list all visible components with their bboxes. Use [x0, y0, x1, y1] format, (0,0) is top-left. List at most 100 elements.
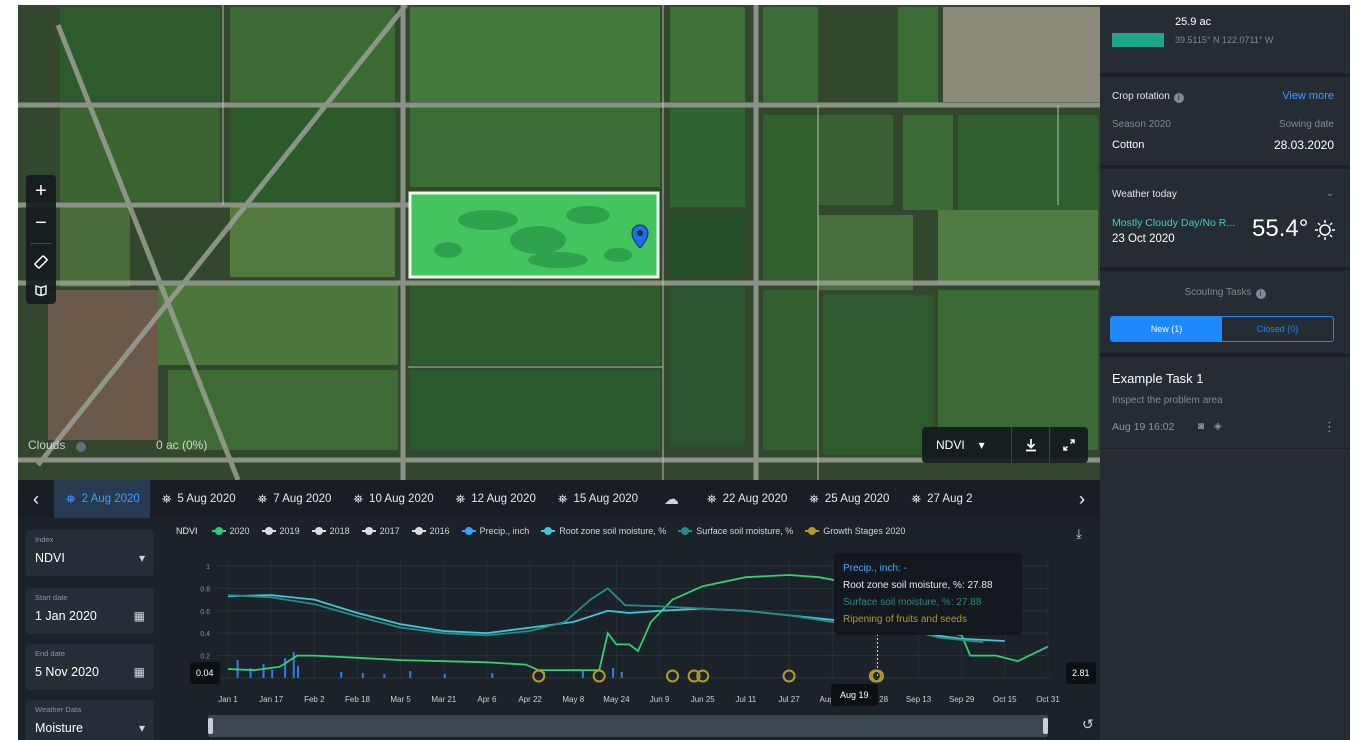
date-item[interactable]: ⛯ 7 Aug 2020 — [246, 480, 342, 518]
legend-item[interactable]: 2020 — [211, 526, 250, 536]
legend-swatch — [541, 527, 556, 535]
date-label: 12 Aug 2020 — [471, 493, 536, 505]
growth-stage-marker — [532, 669, 546, 683]
legend-swatch — [261, 527, 276, 535]
chart-download-icon[interactable]: ⤓ — [1076, 526, 1082, 542]
view-more-link[interactable]: View more — [1282, 90, 1334, 102]
satellite-icon: ⛯ — [161, 491, 172, 506]
tab-new-tasks[interactable]: New (1) — [1111, 317, 1222, 341]
layers-icon: ◈ — [1214, 421, 1222, 432]
task-item[interactable]: Example Task 1 Inspect the problem area … — [1100, 357, 1350, 449]
date-item[interactable]: ⛯ 27 Aug 2 — [899, 480, 982, 518]
ndvi-chart[interactable]: 10.80.60.40.20Jan 1Jan 17Feb 2Feb 18Mar … — [168, 518, 1098, 740]
date-label: 7 Aug 2020 — [273, 493, 332, 505]
calendar-icon: ▦ — [133, 609, 145, 623]
legend-item[interactable]: 2016 — [411, 526, 450, 536]
legend-item[interactable]: 2018 — [311, 526, 350, 536]
date-label: 2 Aug 2020 — [81, 493, 140, 505]
end-date-label: End date — [35, 649, 66, 658]
weather-date: 23 Oct 2020 — [1112, 233, 1175, 245]
sowing-date: 28.03.2020 — [1273, 138, 1334, 152]
legend-swatch — [805, 527, 820, 535]
end-date-picker[interactable]: End date 5 Nov 2020 ▦ — [26, 644, 154, 690]
fullscreen-icon[interactable] — [1050, 427, 1088, 463]
crop-rotation-card: Crop rotation i View more Season 2020 Sow… — [1100, 77, 1350, 169]
precip-bar — [612, 668, 615, 678]
date-item[interactable]: ⛯ 15 Aug 2020 — [546, 480, 648, 518]
crop-name: Cotton — [1112, 139, 1145, 151]
legend-label: 2018 — [329, 526, 350, 536]
date-label: 22 Aug 2020 — [722, 493, 788, 505]
end-date-value: 5 Nov 2020 — [35, 665, 99, 679]
satellite-icon: ⛯ — [353, 491, 364, 506]
slider-handle-left[interactable] — [208, 718, 213, 734]
scouting-tabs: New (1) Closed (0) — [1110, 316, 1334, 342]
tooltip-surface-moisture: Surface soil moisture, %: 27.88 — [843, 597, 982, 608]
weather-card: Weather today ⌄ Mostly Cloudy Day/No R..… — [1100, 169, 1350, 271]
clouds-caption: Clouds — [28, 438, 66, 452]
legend-item[interactable]: Root zone soil moisture, % — [541, 526, 666, 536]
field-color-swatch — [1112, 33, 1164, 47]
slider-handle-right[interactable] — [1043, 718, 1048, 734]
start-date-picker[interactable]: Start date 1 Jan 2020 ▦ — [26, 588, 154, 634]
range-left-value: 0.04 — [190, 662, 220, 684]
caret-down-icon: ▾ — [138, 721, 145, 735]
weather-title: Weather today — [1112, 189, 1177, 200]
layer-select[interactable]: NDVI ▾ — [922, 427, 1012, 463]
precip-bar — [491, 673, 494, 678]
date-label: 27 Aug 2 — [927, 493, 973, 505]
date-item[interactable]: ⛯ 5 Aug 2020 — [150, 480, 246, 518]
date-item[interactable]: ⛯ 22 Aug 2020 — [695, 480, 797, 518]
task-time: Aug 19 16:02 — [1112, 421, 1175, 433]
legend-item[interactable]: 2017 — [361, 526, 400, 536]
info-icon[interactable]: i — [1173, 93, 1184, 103]
chevron-left-icon[interactable]: ‹ — [18, 480, 54, 518]
caret-down-icon: ▾ — [138, 551, 145, 565]
start-date-value: 1 Jan 2020 — [35, 609, 97, 623]
legend-item[interactable]: 2019 — [261, 526, 300, 536]
cloud-date-icon[interactable]: ☁ — [648, 480, 695, 518]
image-date-strip: ‹ ⛯ 2 Aug 2020 ⛯ 5 Aug 2020 ⛯ 7 Aug 2020 ⛯ 10 A… — [18, 480, 1100, 518]
time-range-slider[interactable] — [208, 715, 1048, 737]
info-icon[interactable]: i — [1255, 289, 1266, 299]
weather-data-select[interactable]: Weather Data Moisture ▾ — [26, 700, 154, 740]
chart-index-label: NDVI — [176, 526, 198, 536]
growth-stage-marker — [592, 669, 606, 683]
field-coordinates: 39.5115° N 122.0711° W — [1175, 35, 1274, 45]
y-tick-label: 0.8 — [200, 586, 210, 593]
zoom-out-button[interactable]: − — [26, 207, 56, 239]
legend-item[interactable]: Surface soil moisture, % — [678, 526, 793, 536]
legend-item[interactable]: Growth Stages 2020 — [805, 526, 905, 536]
date-label: 25 Aug 2020 — [824, 493, 890, 505]
legend-item[interactable]: Precip., inch — [461, 526, 529, 536]
index-select[interactable]: Index NDVI ▾ — [26, 530, 154, 576]
tooltip-growth-stage: Ripening of fruits and seeds — [843, 614, 967, 625]
crop-rotation-title-text: Crop rotation — [1112, 91, 1170, 102]
ruler-icon[interactable] — [26, 248, 56, 276]
field-summary: 25.9 ac 39.5115° N 122.0711° W — [1100, 5, 1350, 77]
precip-bar — [620, 672, 623, 678]
x-tick-label: Mar 5 — [390, 695, 411, 704]
tab-closed-tasks[interactable]: Closed (0) — [1222, 317, 1333, 341]
clouds-area-caption: 0 ac (0%) — [156, 438, 208, 452]
date-item[interactable]: ⛯ 2 Aug 2020 — [54, 480, 150, 518]
x-tick-label: May 24 — [603, 695, 630, 704]
chevron-right-icon[interactable]: › — [1064, 480, 1100, 518]
satellite-icon: ⛯ — [911, 491, 922, 506]
satellite-map[interactable]: + − Clouds 0 ac (0%) NDVI ▾ — [18, 5, 1100, 480]
date-list: ⛯ 2 Aug 2020 ⛯ 5 Aug 2020 ⛯ 7 Aug 2020 ⛯ 10 Aug… — [54, 480, 1064, 518]
map-book-icon[interactable] — [26, 276, 56, 304]
date-item[interactable]: ⛯ 12 Aug 2020 — [444, 480, 546, 518]
chevron-down-icon[interactable]: ⌄ — [1326, 188, 1334, 199]
legend-swatch — [678, 527, 693, 535]
zoom-in-button[interactable]: + — [26, 175, 56, 207]
reset-icon[interactable]: ↺ — [1082, 716, 1094, 733]
date-item[interactable]: ⛯ 25 Aug 2020 — [797, 480, 899, 518]
date-item[interactable]: ⛯ 10 Aug 2020 — [341, 480, 443, 518]
x-tick-label: May 8 — [562, 695, 584, 704]
download-icon[interactable] — [1012, 427, 1050, 463]
more-options-icon[interactable]: ⋮ — [1323, 419, 1336, 435]
satellite-icon: ⛯ — [66, 491, 76, 506]
legend-label: Surface soil moisture, % — [696, 526, 794, 536]
x-tick-label: Apr 22 — [518, 695, 542, 704]
